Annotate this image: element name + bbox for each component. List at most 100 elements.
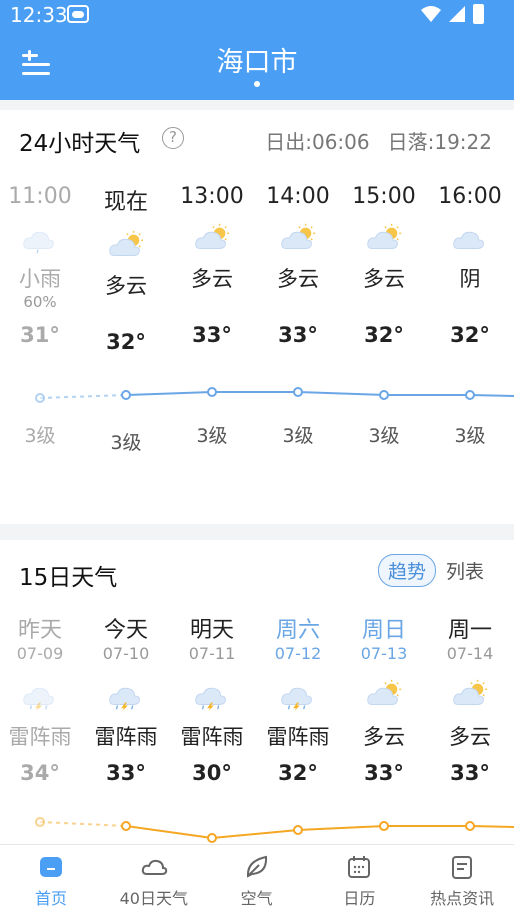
condition-text: 阴	[459, 267, 481, 291]
partly-cloudy-icon	[281, 223, 316, 249]
nav-label: 首页	[34, 889, 67, 908]
precip-chance: 60%	[23, 293, 57, 311]
thunderstorm-icon	[109, 687, 140, 712]
weather-notification-icon	[67, 5, 89, 23]
daily-column[interactable]: 周日 07-13 多云 33°	[341, 612, 427, 785]
precip-chance	[83, 300, 169, 320]
date-label: 07-12	[274, 644, 322, 663]
day-label: 周日	[361, 618, 406, 643]
battery-icon	[473, 4, 484, 24]
wind-level: 3级	[282, 425, 314, 447]
page-indicator	[254, 81, 260, 87]
weather-icon-wrap	[107, 230, 145, 262]
daily-column[interactable]: 明天 07-11 雷阵雨 30°	[169, 612, 255, 785]
temp-line-segment	[297, 825, 385, 831]
hour-label: 14:00	[266, 184, 330, 209]
nav-item-news[interactable]: 热点资讯	[411, 845, 513, 912]
wind-level: 3级	[110, 432, 142, 454]
city-title[interactable]: 海口市	[0, 40, 514, 79]
date-label: 07-11	[188, 644, 236, 663]
hourly-column[interactable]: 现在 多云 32° 3级	[83, 184, 169, 494]
overcast-icon	[453, 231, 484, 249]
date-label: 07-13	[360, 644, 408, 663]
temperature: 33°	[364, 761, 404, 785]
condition-text: 雷阵雨	[94, 725, 158, 749]
daily-column[interactable]: 周六 07-12 雷阵雨 32°	[255, 612, 341, 785]
temp-point	[379, 821, 389, 831]
partly-cloudy-icon	[109, 230, 144, 256]
hourly-temp-line	[35, 387, 514, 403]
condition-text: 多云	[363, 725, 405, 749]
day-label: 今天	[103, 618, 148, 643]
temp-point	[293, 825, 303, 835]
temperature: 30°	[192, 761, 232, 785]
day-label: 周六	[275, 618, 320, 643]
temp-line-segment	[125, 825, 213, 839]
temp-point	[465, 821, 475, 831]
temperature: 32°	[278, 761, 318, 785]
daily-column[interactable]: 周一 07-14 多云 33°	[427, 612, 513, 785]
condition-text: 多云	[191, 267, 233, 291]
nav-item-leaf[interactable]: 空气	[206, 845, 308, 912]
nav-item-cloud[interactable]: 40日天气	[103, 845, 205, 912]
hourly-column[interactable]: 11:00 小雨 60% 31° 3级	[0, 184, 83, 494]
hour-label: 11:00	[8, 184, 72, 209]
partly-cloudy-icon	[367, 223, 402, 249]
cloud-icon	[141, 859, 167, 875]
hourly-column[interactable]: 13:00 多云 33° 3级	[169, 184, 255, 494]
nav-label: 空气	[240, 889, 273, 908]
sunset-text: 日落:19:22	[387, 130, 492, 154]
hour-label: 现在	[103, 190, 148, 215]
hourly-column[interactable]: 15:00 多云 32° 3级	[341, 184, 427, 494]
hourly-column[interactable]: 16:00 阴 32° 3级	[427, 184, 513, 494]
weather-icon-wrap	[193, 223, 231, 255]
temp-point	[207, 387, 217, 397]
day-label: 明天	[189, 618, 234, 643]
hourly-title: 24小时天气	[19, 131, 141, 157]
temp-line-segment	[39, 394, 127, 399]
temp-line-segment	[125, 391, 213, 396]
wind-level: 3级	[368, 425, 400, 447]
nav-label: 40日天气	[119, 889, 188, 908]
view-toggle: 趋势 列表	[377, 554, 484, 587]
nav-item-home[interactable]: 首页	[0, 845, 102, 912]
precip-chance	[169, 293, 255, 313]
temp-point	[293, 387, 303, 397]
top-bar: 12:33 海口市	[0, 0, 514, 100]
date-label: 07-09	[16, 644, 64, 663]
daily-column[interactable]: 今天 07-10 雷阵雨 33°	[83, 612, 169, 785]
daily-column[interactable]: 昨天 07-09 雷阵雨 34°	[0, 612, 83, 785]
hourly-column[interactable]: 14:00 多云 33° 3级	[255, 184, 341, 494]
header: 海口市	[0, 30, 514, 100]
temperature: 31°	[20, 323, 60, 347]
sunrise-text: 日出:06:06	[265, 130, 370, 154]
weather-icon-wrap	[21, 679, 59, 712]
precip-chance	[427, 293, 513, 313]
help-icon[interactable]: ?	[162, 127, 184, 149]
condition-text: 小雨	[19, 267, 61, 291]
temp-point	[35, 817, 45, 827]
date-label: 07-10	[102, 644, 150, 663]
temperature: 32°	[450, 323, 490, 347]
weather-icon-wrap	[451, 223, 489, 255]
weather-icon-wrap	[193, 679, 231, 712]
nav-item-calendar[interactable]: 日历	[308, 845, 410, 912]
temp-point	[207, 833, 217, 843]
wind-level: 3级	[24, 425, 56, 447]
thunderstorm-icon	[195, 687, 226, 712]
partly-cloudy-icon	[195, 223, 230, 249]
thunderstorm-icon	[23, 687, 54, 712]
weather-icon-wrap	[365, 679, 403, 711]
list-tab[interactable]: 列表	[446, 557, 484, 584]
hourly-forecast-card: 24小时天气 ? 日出:06:06 日落:19:22 11:00 小雨 60% 31° 3…	[0, 110, 514, 524]
nav-label: 日历	[343, 889, 376, 908]
condition-text: 多云	[277, 267, 319, 291]
hour-label: 15:00	[352, 184, 416, 209]
weather-icon-wrap	[279, 223, 317, 255]
trend-tab[interactable]: 趋势	[377, 554, 436, 587]
wind-level: 3级	[454, 425, 486, 447]
temperature: 32°	[106, 330, 146, 354]
temp-line-segment	[39, 821, 127, 827]
partly-cloudy-icon	[367, 679, 402, 705]
precip-chance	[255, 293, 341, 313]
